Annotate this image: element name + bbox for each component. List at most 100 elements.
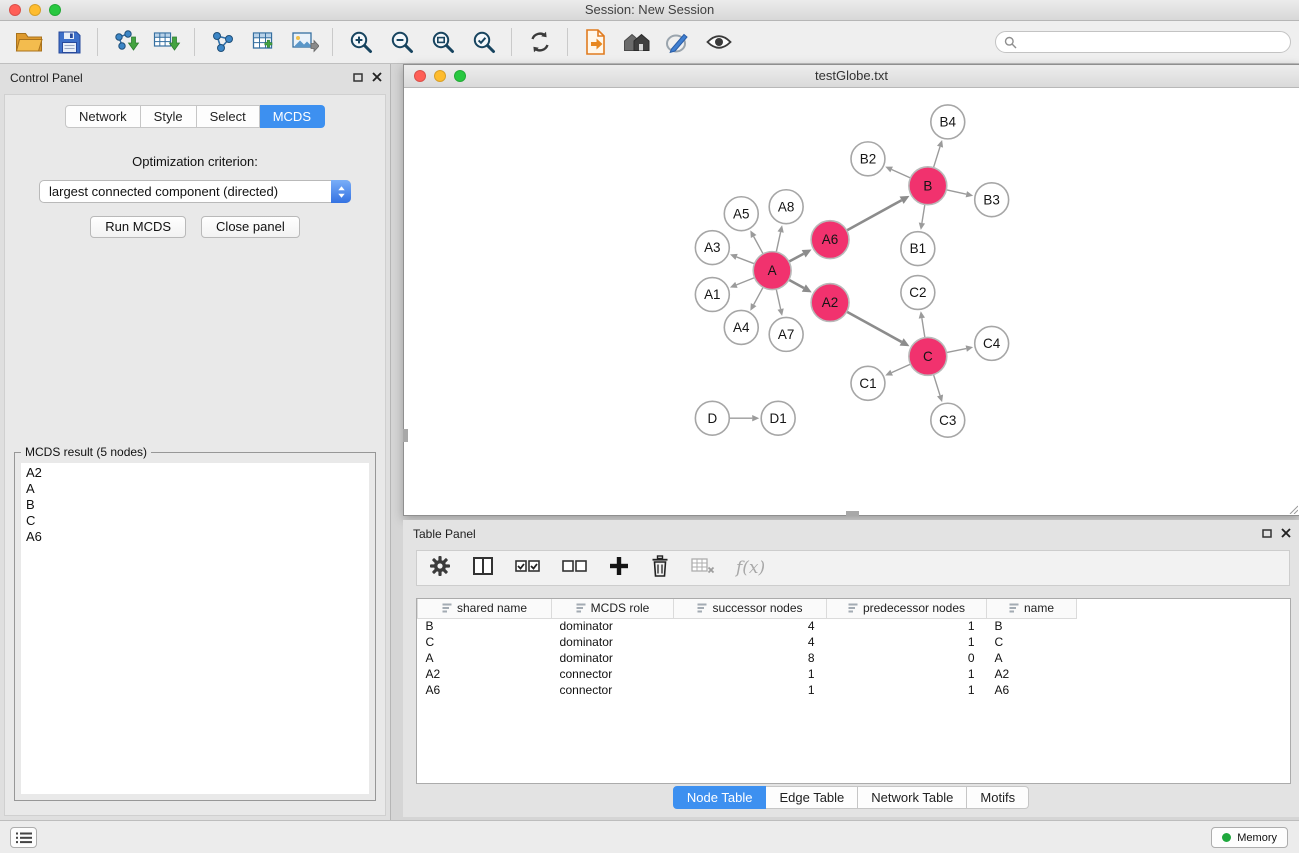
left-splitter-handle[interactable] xyxy=(403,429,408,442)
graph-node-B4[interactable]: B4 xyxy=(931,105,965,139)
network-canvas[interactable]: B4B2BB3A8A5A6A3B1AC2A1A2A4A7C4CC1C3DD1 xyxy=(404,88,1299,515)
graph-edge-A-A3[interactable] xyxy=(737,257,755,264)
column-header-mcds-role[interactable]: MCDS role xyxy=(552,599,674,618)
graph-node-C1[interactable]: C1 xyxy=(851,366,885,400)
graph-edge-A2-C[interactable] xyxy=(847,312,902,342)
table-row[interactable]: Adominator80A xyxy=(418,650,1291,666)
graph-edge-C-C1[interactable] xyxy=(892,364,911,373)
minimize-window-button[interactable] xyxy=(29,4,41,16)
graph-edge-A6-B[interactable] xyxy=(847,200,902,230)
minimize-network-window-button[interactable] xyxy=(434,70,446,82)
style-brush-button[interactable] xyxy=(657,24,698,60)
zoom-fit-button[interactable] xyxy=(422,24,463,60)
new-table-button[interactable] xyxy=(243,24,284,60)
tab-network[interactable]: Network xyxy=(65,105,141,128)
close-panel-icon[interactable] xyxy=(1281,528,1291,538)
graph-node-A6[interactable]: A6 xyxy=(811,221,849,259)
export-image-button[interactable] xyxy=(284,24,325,60)
network-graph[interactable]: B4B2BB3A8A5A6A3B1AC2A1A2A4A7C4CC1C3DD1 xyxy=(404,88,1299,515)
result-item[interactable]: C xyxy=(21,513,369,529)
unselect-all-columns-button[interactable] xyxy=(562,558,588,579)
function-builder-button[interactable]: f(x) xyxy=(736,558,765,578)
delete-column-button[interactable] xyxy=(650,555,670,582)
table-settings-button[interactable] xyxy=(429,555,451,582)
close-window-button[interactable] xyxy=(9,4,21,16)
column-header-name[interactable]: name xyxy=(987,599,1077,618)
select-all-columns-button[interactable] xyxy=(515,558,541,579)
graph-edge-A-A7[interactable] xyxy=(776,289,780,309)
tab-edge-table[interactable]: Edge Table xyxy=(766,786,858,809)
graph-node-A3[interactable]: A3 xyxy=(695,231,729,265)
table-row[interactable]: Bdominator41B xyxy=(418,618,1291,634)
tab-node-table[interactable]: Node Table xyxy=(673,786,767,809)
show-columns-button[interactable] xyxy=(472,556,494,581)
network-window-titlebar[interactable]: testGlobe.txt xyxy=(404,65,1299,88)
graph-node-A2[interactable]: A2 xyxy=(811,284,849,322)
zoom-network-window-button[interactable] xyxy=(454,70,466,82)
graph-node-B3[interactable]: B3 xyxy=(975,183,1009,217)
graph-edge-A-A4[interactable] xyxy=(754,287,763,304)
graph-node-A4[interactable]: A4 xyxy=(724,310,758,344)
tab-network-table[interactable]: Network Table xyxy=(858,786,967,809)
import-network-from-file-button[interactable] xyxy=(105,24,146,60)
create-column-button[interactable] xyxy=(609,556,629,581)
search-box[interactable] xyxy=(995,31,1291,53)
graph-node-A7[interactable]: A7 xyxy=(769,317,803,351)
search-input[interactable] xyxy=(1022,35,1282,49)
column-header-shared-name[interactable]: shared name xyxy=(418,599,552,618)
result-item[interactable]: B xyxy=(21,497,369,513)
close-panel-icon[interactable] xyxy=(372,72,382,82)
save-session-button[interactable] xyxy=(49,24,90,60)
show-hide-button[interactable] xyxy=(698,24,739,60)
home-button[interactable] xyxy=(616,24,657,60)
table-row[interactable]: A2connector11A2 xyxy=(418,666,1291,682)
import-table-from-file-button[interactable] xyxy=(146,24,187,60)
graph-edge-B-B2[interactable] xyxy=(892,169,911,178)
float-panel-icon[interactable] xyxy=(353,73,363,82)
tab-select[interactable]: Select xyxy=(197,105,260,128)
bottom-splitter-handle[interactable] xyxy=(846,511,859,516)
result-item[interactable]: A xyxy=(21,481,369,497)
graph-node-C4[interactable]: C4 xyxy=(975,326,1009,360)
graph-node-B2[interactable]: B2 xyxy=(851,142,885,176)
table-row[interactable]: A6connector11A6 xyxy=(418,682,1291,698)
tab-style[interactable]: Style xyxy=(141,105,197,128)
result-item[interactable]: A2 xyxy=(21,465,369,481)
refresh-button[interactable] xyxy=(519,24,560,60)
delete-table-button[interactable] xyxy=(691,557,715,580)
graph-edge-A-A5[interactable] xyxy=(754,236,763,253)
graph-node-A5[interactable]: A5 xyxy=(724,197,758,231)
graph-edge-A-A6[interactable] xyxy=(789,254,804,262)
float-panel-icon[interactable] xyxy=(1262,529,1272,538)
graph-node-B1[interactable]: B1 xyxy=(901,232,935,266)
memory-button[interactable]: Memory xyxy=(1211,827,1288,848)
close-panel-button[interactable]: Close panel xyxy=(201,216,300,238)
new-network-button[interactable] xyxy=(202,24,243,60)
graph-node-C2[interactable]: C2 xyxy=(901,276,935,310)
tab-mcds[interactable]: MCDS xyxy=(260,105,325,128)
close-network-window-button[interactable] xyxy=(414,70,426,82)
table-row[interactable]: Cdominator41C xyxy=(418,634,1291,650)
node-table[interactable]: shared nameMCDS rolesuccessor nodesprede… xyxy=(416,598,1291,784)
graph-node-D[interactable]: D xyxy=(695,401,729,435)
graph-edge-C-C3[interactable] xyxy=(933,374,940,395)
graph-node-A1[interactable]: A1 xyxy=(695,278,729,312)
open-document-button[interactable] xyxy=(575,24,616,60)
zoom-in-button[interactable] xyxy=(340,24,381,60)
graph-node-A[interactable]: A xyxy=(753,252,791,290)
tab-motifs[interactable]: Motifs xyxy=(967,786,1029,809)
graph-edge-A-A2[interactable] xyxy=(789,280,804,288)
zoom-selected-button[interactable] xyxy=(463,24,504,60)
graph-edge-A-A1[interactable] xyxy=(736,278,754,285)
resize-grip-icon[interactable] xyxy=(1288,504,1298,514)
graph-edge-C-C2[interactable] xyxy=(922,318,925,337)
column-header-predecessor-nodes[interactable]: predecessor nodes xyxy=(827,599,987,618)
task-history-button[interactable] xyxy=(10,827,37,848)
graph-node-A8[interactable]: A8 xyxy=(769,190,803,224)
column-header-successor-nodes[interactable]: successor nodes xyxy=(674,599,827,618)
graph-node-D1[interactable]: D1 xyxy=(761,401,795,435)
graph-edge-B-B1[interactable] xyxy=(922,204,925,223)
run-mcds-button[interactable]: Run MCDS xyxy=(90,216,186,238)
zoom-window-button[interactable] xyxy=(49,4,61,16)
graph-edge-B-B3[interactable] xyxy=(946,190,966,194)
